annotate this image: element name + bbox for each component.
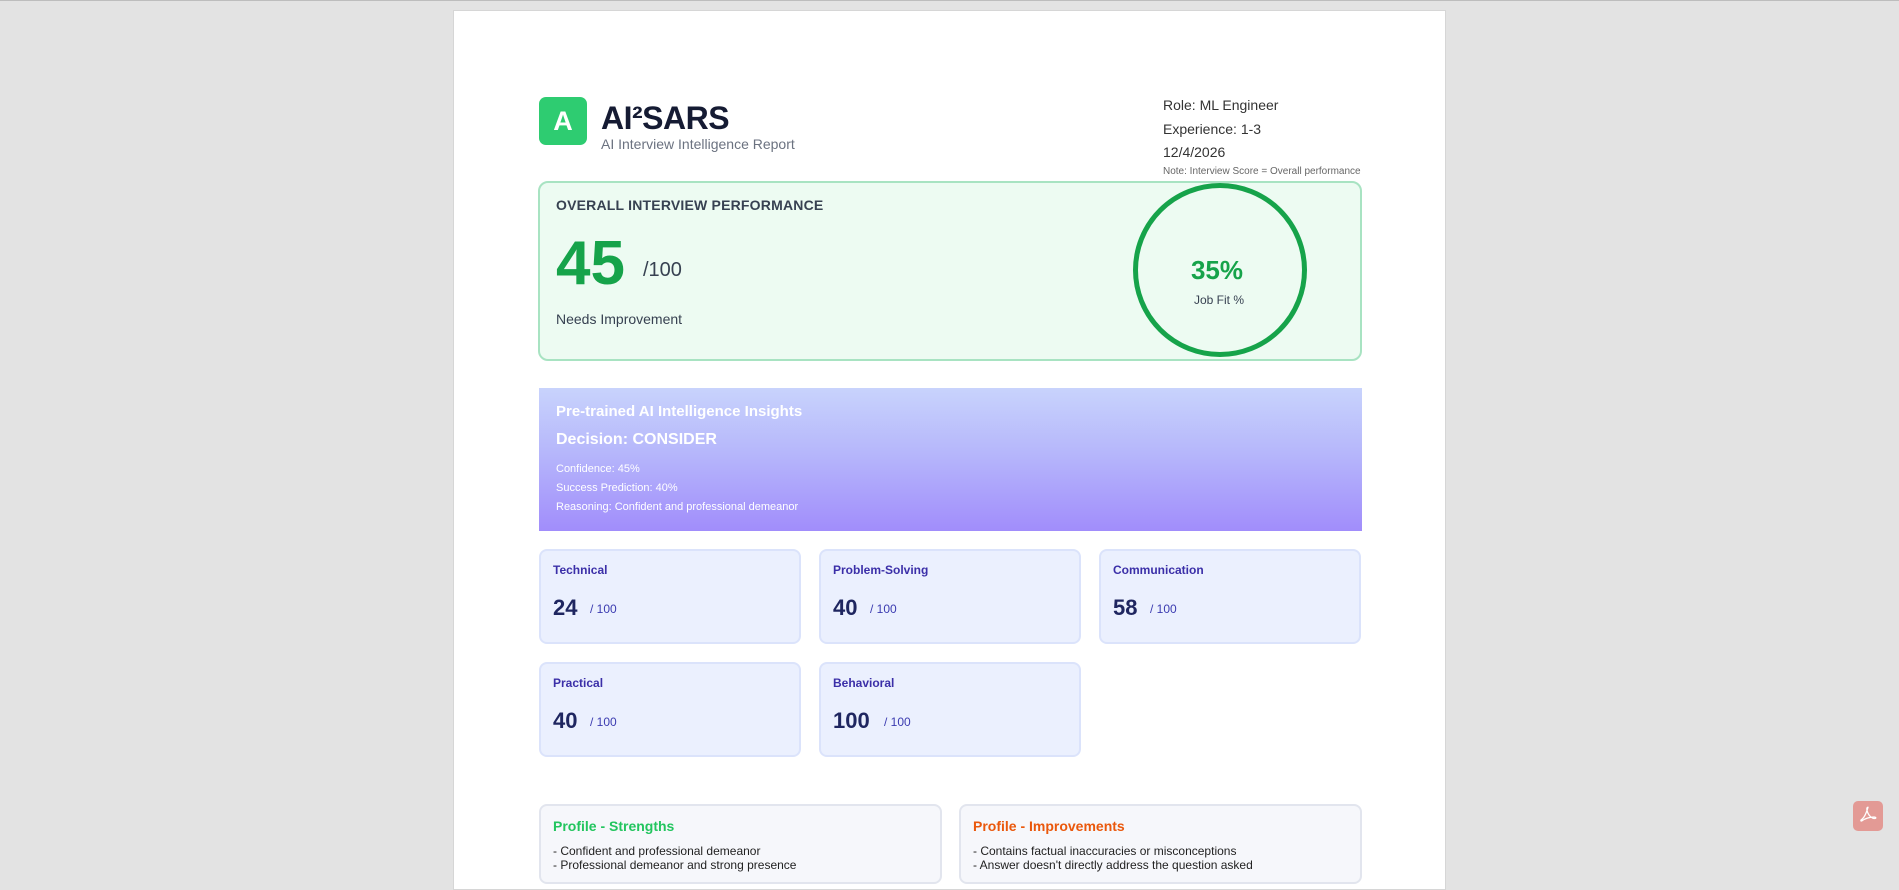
score-card-problem-solving: Problem-Solving 40 / 100 <box>819 549 1081 644</box>
score-card-max: / 100 <box>590 602 617 616</box>
score-card-max: / 100 <box>590 715 617 729</box>
ai-insights-title: Pre-trained AI Intelligence Insights <box>556 403 803 420</box>
overall-score: 45 <box>556 229 625 298</box>
score-card-max: / 100 <box>870 602 897 616</box>
ai-confidence: Confidence: 45% <box>556 463 640 475</box>
acrobat-button[interactable] <box>1853 801 1883 831</box>
improvement-item: - Contains factual inaccuracies or misco… <box>973 844 1237 858</box>
overall-performance-label: OVERALL INTERVIEW PERFORMANCE <box>556 197 824 213</box>
score-card-value: 24 <box>553 595 578 620</box>
window-top-border <box>0 0 1899 1</box>
score-card-title: Behavioral <box>833 676 895 690</box>
score-card-title: Communication <box>1113 563 1204 577</box>
ai-decision: Decision: CONSIDER <box>556 431 717 448</box>
score-card-value: 40 <box>833 595 858 620</box>
score-card-max: / 100 <box>1150 602 1177 616</box>
job-fit-value: 35% <box>1190 255 1244 285</box>
ai-reasoning: Reasoning: Confident and professional de… <box>556 501 799 513</box>
profile-strengths-title: Profile - Strengths <box>553 818 675 834</box>
role-text: Role: ML Engineer <box>1163 97 1279 113</box>
score-card-communication: Communication 58 / 100 <box>1099 549 1361 644</box>
report-subtitle: AI Interview Intelligence Report <box>601 136 795 152</box>
ai-success-prediction: Success Prediction: 40% <box>556 482 678 494</box>
score-card-behavioral: Behavioral 100 / 100 <box>819 662 1081 757</box>
profile-improvements-title: Profile - Improvements <box>973 818 1125 834</box>
score-note: Note: Interview Score = Overall performa… <box>1163 166 1361 177</box>
score-card-value: 100 <box>833 708 870 733</box>
report-date: 12/4/2026 <box>1163 144 1226 160</box>
score-card-practical: Practical 40 / 100 <box>539 662 801 757</box>
experience-text: Experience: 1-3 <box>1163 121 1262 137</box>
report-page: A AI²SARS AI Interview Intelligence Repo… <box>453 10 1446 890</box>
logo-badge: A <box>539 97 587 145</box>
profile-strengths-panel: Profile - Strengths - Confident and prof… <box>539 804 942 884</box>
strength-item: - Confident and professional demeanor <box>553 844 761 858</box>
job-fit-label: Job Fit % <box>1193 293 1244 307</box>
performance-status: Needs Improvement <box>556 311 683 327</box>
score-card-title: Technical <box>553 563 608 577</box>
score-card-title: Problem-Solving <box>833 563 929 577</box>
brand-title: AI²SARS <box>601 100 730 136</box>
acrobat-icon <box>1859 805 1877 828</box>
score-card-value: 40 <box>553 708 578 733</box>
logo-letter: A <box>553 105 573 136</box>
profile-improvements-panel: Profile - Improvements - Contains factua… <box>959 804 1362 884</box>
score-card-value: 58 <box>1113 595 1138 620</box>
score-card-title: Practical <box>553 676 604 690</box>
score-card-technical: Technical 24 / 100 <box>539 549 801 644</box>
score-card-max: / 100 <box>884 715 911 729</box>
overall-score-max: /100 <box>643 259 682 281</box>
